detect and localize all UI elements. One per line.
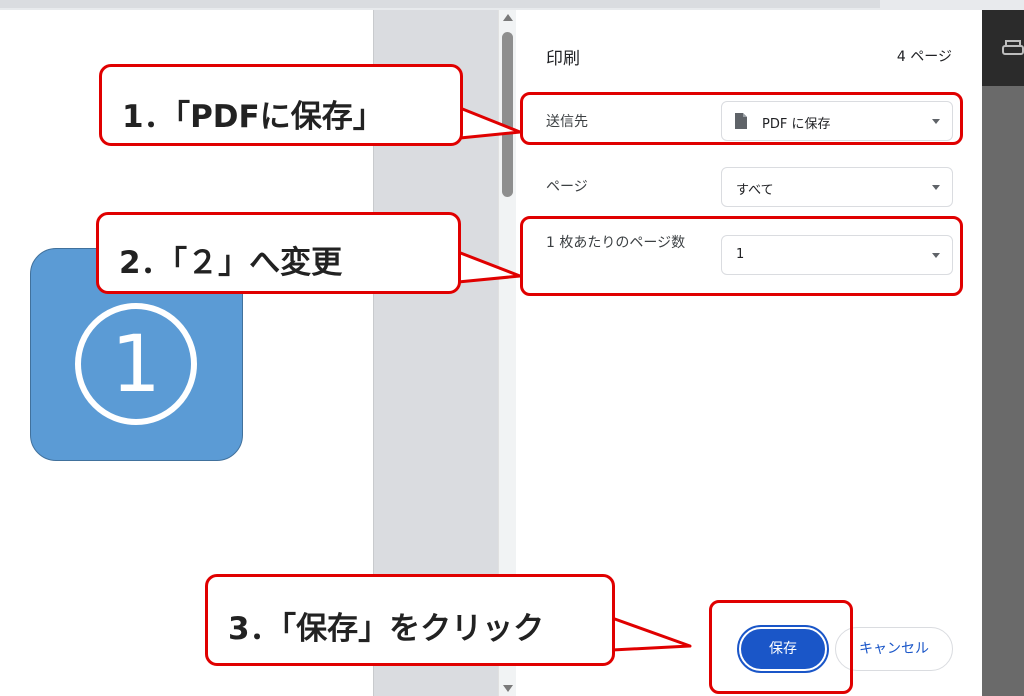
scroll-up-arrow-icon[interactable] [503, 14, 513, 21]
panel-title: 印刷 [546, 49, 580, 69]
callout-step-2-text: 2．「２」へ変更 [119, 245, 343, 281]
callout-step-1: 1．「PDFに保存」 [99, 64, 463, 146]
page-count: 4 ページ [896, 49, 952, 65]
tile-numeral: 1 [111, 320, 161, 410]
save-button-highlight [709, 600, 853, 694]
browser-side-gutter [982, 10, 1024, 696]
tab-strip-shadow [0, 0, 880, 8]
circled-number-one-icon: 1 [75, 303, 197, 425]
browser-top-strip [0, 0, 1024, 10]
callout-step-1-text: 1．「PDFに保存」 [122, 99, 384, 135]
callout-step-3: 3．「保存」をクリック [205, 574, 615, 666]
pages-per-sheet-highlight [520, 216, 963, 296]
callout-step-2: 2．「２」へ変更 [96, 212, 461, 294]
callout-step-3-text: 3．「保存」をクリック [228, 611, 545, 647]
pages-value: すべて [736, 183, 774, 198]
pages-select[interactable]: すべて [721, 167, 953, 207]
pages-label: ページ [546, 179, 588, 195]
chevron-down-icon [932, 185, 940, 190]
printer-icon[interactable] [1002, 40, 1024, 58]
scroll-thumb[interactable] [502, 32, 513, 197]
gutter-toolbar [982, 10, 1024, 86]
scroll-down-arrow-icon[interactable] [503, 685, 513, 692]
destination-highlight [520, 92, 963, 145]
